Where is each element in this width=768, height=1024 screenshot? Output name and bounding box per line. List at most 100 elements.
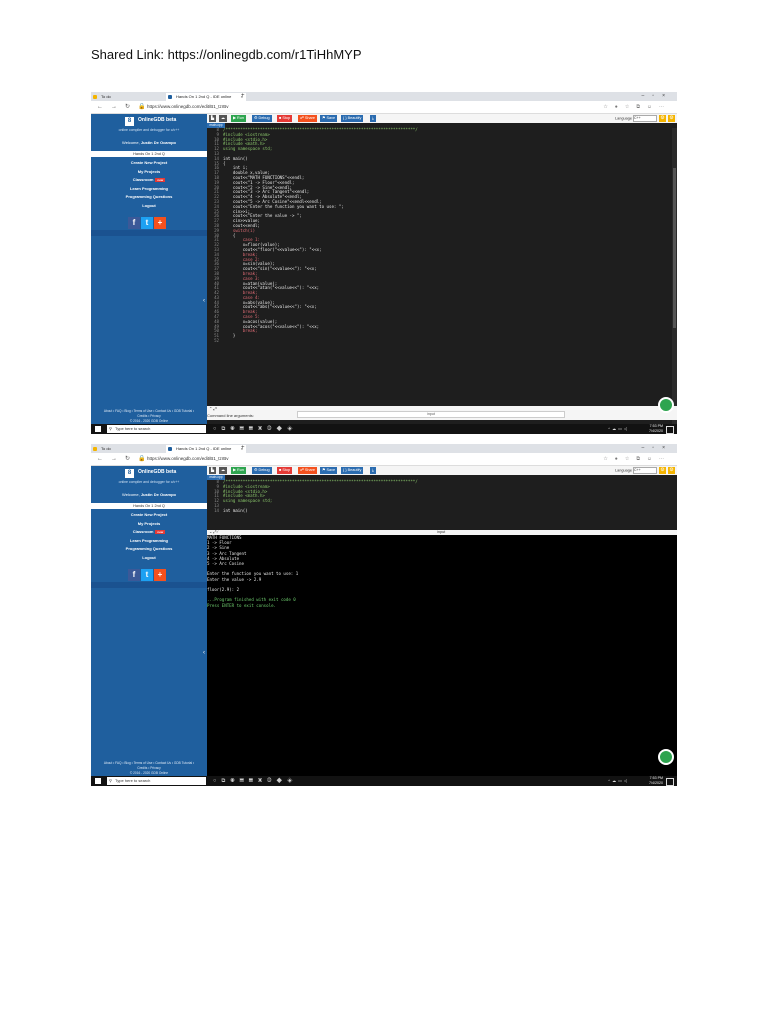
reload-icon[interactable]: ↻ — [125, 453, 130, 465]
sidebar-item-programming-questions[interactable]: Programming Questions — [91, 193, 207, 202]
stdin-input[interactable]: input — [297, 411, 565, 418]
code-text: using namespace std; — [223, 498, 273, 504]
windows-start-icon[interactable] — [95, 778, 101, 784]
twitter-icon[interactable]: t — [141, 217, 153, 229]
sidebar-item-my-projects[interactable]: My Projects — [91, 168, 207, 177]
share-button[interactable]: ☍ Share — [298, 467, 318, 474]
sidebar-item-logout[interactable]: Logout — [91, 554, 207, 563]
sidebar-item-my-projects[interactable]: My Projects — [91, 520, 207, 529]
sidebar-item-learn-programming[interactable]: Learn Programming — [91, 537, 207, 546]
sidebar-item-create-project[interactable]: Create New Project — [91, 159, 207, 168]
stop-button[interactable]: ■ Stop — [277, 115, 293, 122]
chat-fab-icon[interactable] — [658, 397, 674, 413]
language-select[interactable]: C++ — [633, 115, 657, 122]
clock-date: 7/4/2020 — [649, 429, 663, 433]
expand-icon[interactable]: ⌃ ⤢ — [209, 406, 217, 411]
scroll-thumb[interactable] — [673, 168, 676, 328]
sidebar-item-logout[interactable]: Logout — [91, 202, 207, 211]
notification-icon[interactable] — [666, 426, 674, 434]
run-button[interactable]: ▶ Run — [231, 115, 246, 122]
current-project[interactable]: Hands On 1 2nd Q — [91, 503, 207, 509]
debug-button[interactable]: ⚙ Debug — [252, 467, 272, 474]
language-selector[interactable]: Language C++ — [615, 467, 657, 475]
code-editor[interactable]: 8/**************************************… — [207, 479, 671, 514]
upload-icon[interactable]: ☁ — [219, 115, 227, 122]
forward-icon[interactable]: → — [111, 453, 117, 465]
browser-tab-gdb[interactable]: Hands On 1 2nd Q - IDE online × — [166, 93, 246, 101]
window-controls[interactable]: –▫× — [642, 92, 673, 101]
language-select[interactable]: C++ — [633, 467, 657, 474]
notification-icon[interactable] — [666, 778, 674, 786]
tray-icons[interactable]: ^☁▭◁ — [608, 776, 629, 786]
info-gear-icon[interactable]: ⚙ — [668, 467, 675, 474]
sidebar-item-classroom[interactable]: Classroom new — [91, 528, 207, 537]
browser-tab-todo[interactable]: To do× — [91, 93, 175, 101]
taskbar-search[interactable]: ⚲ Type here to search — [107, 777, 206, 785]
browser-tab-gdb[interactable]: Hands On 1 2nd Q - IDE online × — [166, 445, 246, 453]
taskbar-app-icons[interactable]: ○⧉◉▤▦▣◍◆◈ — [213, 424, 297, 434]
tray-icons[interactable]: ^☁▭◁ — [608, 424, 629, 434]
back-icon[interactable]: ← — [97, 453, 103, 465]
toolbar-icons[interactable]: ☆●☆⧉☺⋯ — [603, 453, 671, 465]
run-button[interactable]: ▶ Run — [231, 467, 246, 474]
share-plus-icon[interactable]: + — [154, 217, 166, 229]
url-field[interactable]: https://www.onlinegdb.com/edit/B1_tzrBv — [147, 453, 229, 465]
reload-icon[interactable]: ↻ — [125, 101, 130, 113]
browser-tab-todo[interactable]: To do× — [91, 445, 175, 453]
stop-button[interactable]: ■ Stop — [277, 467, 293, 474]
chat-fab-icon[interactable] — [658, 749, 674, 765]
settings-gear-icon[interactable]: ⚙ — [659, 115, 666, 122]
sidebar-menu: Create New Project My Projects Classroom… — [91, 159, 207, 210]
social-buttons: f t + — [128, 564, 167, 582]
save-button[interactable]: ⚑ Save — [320, 115, 338, 122]
download-icon[interactable]: ⤓ — [370, 467, 376, 474]
gdb-favicon-icon — [168, 447, 172, 451]
logo-text[interactable]: OnlineGDB beta — [138, 117, 176, 123]
code-line[interactable]: 52 — [207, 338, 671, 344]
forward-icon[interactable]: → — [111, 101, 117, 113]
sidebar-item-programming-questions[interactable]: Programming Questions — [91, 545, 207, 554]
taskbar-app-icons[interactable]: ○⧉◉▤▦▣◍◆◈ — [213, 776, 297, 786]
info-gear-icon[interactable]: ⚙ — [668, 115, 675, 122]
new-tab-icon[interactable]: + — [241, 92, 245, 101]
welcome-text: Welcome, Justin De Ocampo — [91, 492, 207, 497]
new-file-icon[interactable]: ▙ — [209, 115, 216, 122]
tab-label: Hands On 1 2nd Q - IDE online — [176, 446, 232, 451]
settings-gear-icon[interactable]: ⚙ — [659, 467, 666, 474]
back-icon[interactable]: ← — [97, 101, 103, 113]
debug-button[interactable]: ⚙ Debug — [252, 115, 272, 122]
browser-tab-bar: To do× Hands On 1 2nd Q - IDE online× + … — [91, 92, 677, 101]
screenshot-code-view: To do× Hands On 1 2nd Q - IDE online× + … — [91, 92, 677, 434]
facebook-icon[interactable]: f — [128, 217, 140, 229]
beautify-button[interactable]: { } Beautify — [341, 115, 364, 122]
logo-text[interactable]: OnlineGDB beta — [138, 469, 176, 475]
new-tab-icon[interactable]: + — [241, 444, 245, 453]
sidebar-menu: Create New Project My Projects Classroom… — [91, 511, 207, 562]
save-button[interactable]: ⚑ Save — [320, 467, 338, 474]
windows-start-icon[interactable] — [95, 426, 101, 432]
url-field[interactable]: https://www.onlinegdb.com/edit/B1_tzrBv — [147, 101, 229, 113]
taskbar-search[interactable]: ⚲ Type here to search — [107, 425, 206, 433]
download-icon[interactable]: ⤓ — [370, 115, 376, 122]
upload-icon[interactable]: ☁ — [219, 467, 227, 474]
new-file-icon[interactable]: ▙ — [209, 467, 216, 474]
language-selector[interactable]: Language C++ — [615, 115, 657, 123]
code-editor[interactable]: 8/**************************************… — [207, 127, 671, 344]
line-number: 14 — [214, 507, 219, 513]
editor-scrollbar[interactable] — [672, 128, 677, 424]
sidebar-item-learn-programming[interactable]: Learn Programming — [91, 185, 207, 194]
window-controls[interactable]: –▫× — [642, 444, 673, 453]
share-button[interactable]: ☍ Share — [298, 115, 318, 122]
share-plus-icon[interactable]: + — [154, 569, 166, 581]
code-line[interactable]: 14 int main() — [207, 507, 671, 514]
beautify-button[interactable]: { } Beautify — [341, 467, 364, 474]
output-console[interactable]: MATH FUNCTIONS 1 -> Floor 2 -> Sine 3 -> Ar… — [207, 535, 677, 776]
sidebar-item-create-project[interactable]: Create New Project — [91, 511, 207, 520]
toolbar-icons[interactable]: ☆●☆⧉☺⋯ — [603, 101, 671, 113]
twitter-icon[interactable]: t — [141, 569, 153, 581]
sidebar-item-classroom[interactable]: Classroom new — [91, 176, 207, 185]
address-bar: ← → ↻ 🔒 https://www.onlinegdb.com/edit/B… — [91, 453, 677, 466]
current-project[interactable]: Hands On 1 2nd Q — [91, 151, 207, 157]
facebook-icon[interactable]: f — [128, 569, 140, 581]
sidebar-footer: About • FAQ • Blog • Terms of Use • Cont… — [91, 761, 207, 776]
